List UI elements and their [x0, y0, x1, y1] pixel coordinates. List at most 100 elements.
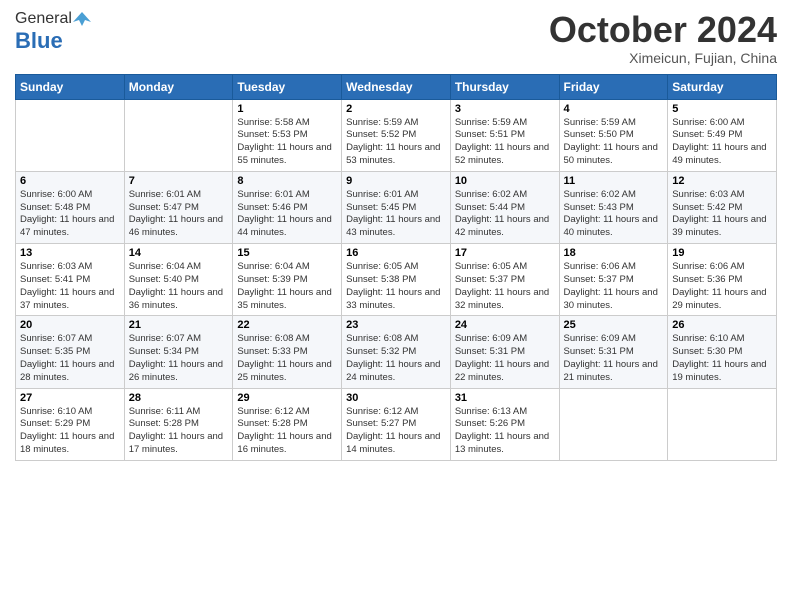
table-row: 27Sunrise: 6:10 AMSunset: 5:29 PMDayligh… [16, 388, 125, 460]
day-number: 15 [237, 247, 337, 259]
table-row: 6 Sunrise: 6:00 AMSunset: 5:48 PMDaylight… [16, 171, 125, 243]
day-number: 5 [672, 103, 772, 115]
table-row: 21 Sunrise: 6:07 AMSunset: 5:34 PMDayligh… [124, 316, 233, 388]
day-number: 6 [20, 175, 120, 187]
table-row [668, 388, 777, 460]
day-info: Sunrise: 6:03 AMSunset: 5:42 PMDaylight:… [672, 189, 772, 240]
day-number: 16 [346, 247, 446, 259]
table-row: 20Sunrise: 6:07 AMSunset: 5:35 PMDayligh… [16, 316, 125, 388]
table-row: 7 Sunrise: 6:01 AMSunset: 5:47 PMDaylight… [124, 171, 233, 243]
table-row: 24 Sunrise: 6:09 AMSunset: 5:31 PMDayligh… [450, 316, 559, 388]
month-title: October 2024 [549, 10, 777, 50]
day-info: Sunrise: 6:01 AMSunset: 5:47 PMDaylight:… [129, 189, 229, 240]
day-info: Sunrise: 6:06 AMSunset: 5:37 PMDaylight:… [564, 261, 664, 312]
table-row: 13 Sunrise: 6:03 AMSunset: 5:41 PMDayligh… [16, 244, 125, 316]
day-info: Sunrise: 6:02 AMSunset: 5:43 PMDaylight:… [564, 189, 664, 240]
logo-general-text: General [15, 10, 72, 28]
table-row: 9 Sunrise: 6:01 AMSunset: 5:45 PMDaylight… [342, 171, 451, 243]
day-info: Sunrise: 6:00 AMSunset: 5:48 PMDaylight:… [20, 189, 120, 240]
day-number: 12 [672, 175, 772, 187]
col-friday: Friday [559, 74, 668, 99]
table-row: 1Sunrise: 5:58 AMSunset: 5:53 PMDaylight… [233, 99, 342, 171]
table-row: 17Sunrise: 6:05 AMSunset: 5:37 PMDayligh… [450, 244, 559, 316]
day-number: 10 [455, 175, 555, 187]
day-info: Sunrise: 6:09 AMSunset: 5:31 PMDaylight:… [455, 333, 555, 384]
day-info: Sunrise: 6:01 AMSunset: 5:45 PMDaylight:… [346, 189, 446, 240]
day-info: Sunrise: 6:05 AMSunset: 5:37 PMDaylight:… [455, 261, 555, 312]
table-row: 8Sunrise: 6:01 AMSunset: 5:46 PMDaylight… [233, 171, 342, 243]
table-row: 16 Sunrise: 6:05 AMSunset: 5:38 PMDayligh… [342, 244, 451, 316]
day-info: Sunrise: 6:02 AMSunset: 5:44 PMDaylight:… [455, 189, 555, 240]
day-number: 31 [455, 392, 555, 404]
day-number: 26 [672, 319, 772, 331]
col-sunday: Sunday [16, 74, 125, 99]
day-info: Sunrise: 6:07 AMSunset: 5:35 PMDaylight:… [20, 333, 120, 384]
day-number: 9 [346, 175, 446, 187]
table-row: 15 Sunrise: 6:04 AMSunset: 5:39 PMDayligh… [233, 244, 342, 316]
col-thursday: Thursday [450, 74, 559, 99]
day-number: 2 [346, 103, 446, 115]
day-info: Sunrise: 6:12 AMSunset: 5:28 PMDaylight:… [237, 406, 337, 457]
table-row: 2Sunrise: 5:59 AMSunset: 5:52 PMDaylight… [342, 99, 451, 171]
day-info: Sunrise: 6:03 AMSunset: 5:41 PMDaylight:… [20, 261, 120, 312]
table-row: 23 Sunrise: 6:08 AMSunset: 5:32 PMDayligh… [342, 316, 451, 388]
day-number: 30 [346, 392, 446, 404]
calendar-table: Sunday Monday Tuesday Wednesday Thursday… [15, 74, 777, 461]
table-row: 4 Sunrise: 5:59 AMSunset: 5:50 PMDaylight… [559, 99, 668, 171]
day-number: 11 [564, 175, 664, 187]
logo: General Blue [15, 10, 92, 54]
day-number: 1 [237, 103, 337, 115]
table-row [124, 99, 233, 171]
title-block: October 2024 Ximeicun, Fujian, China [549, 10, 777, 66]
day-number: 14 [129, 247, 229, 259]
day-info: Sunrise: 6:13 AMSunset: 5:26 PMDaylight:… [455, 406, 555, 457]
day-number: 3 [455, 103, 555, 115]
day-number: 8 [237, 175, 337, 187]
day-info: Sunrise: 6:11 AMSunset: 5:28 PMDaylight:… [129, 406, 229, 457]
day-info: Sunrise: 6:04 AMSunset: 5:39 PMDaylight:… [237, 261, 337, 312]
day-info: Sunrise: 6:07 AMSunset: 5:34 PMDaylight:… [129, 333, 229, 384]
table-row: 22Sunrise: 6:08 AMSunset: 5:33 PMDayligh… [233, 316, 342, 388]
day-info: Sunrise: 6:09 AMSunset: 5:31 PMDaylight:… [564, 333, 664, 384]
day-info: Sunrise: 6:08 AMSunset: 5:32 PMDaylight:… [346, 333, 446, 384]
day-number: 21 [129, 319, 229, 331]
table-row: 28Sunrise: 6:11 AMSunset: 5:28 PMDayligh… [124, 388, 233, 460]
location-title: Ximeicun, Fujian, China [549, 50, 777, 66]
table-row: 10 Sunrise: 6:02 AMSunset: 5:44 PMDayligh… [450, 171, 559, 243]
day-info: Sunrise: 6:00 AMSunset: 5:49 PMDaylight:… [672, 117, 772, 168]
col-wednesday: Wednesday [342, 74, 451, 99]
table-row [16, 99, 125, 171]
day-number: 13 [20, 247, 120, 259]
day-info: Sunrise: 6:05 AMSunset: 5:38 PMDaylight:… [346, 261, 446, 312]
day-number: 22 [237, 319, 337, 331]
logo-blue-text: Blue [15, 28, 63, 54]
day-number: 27 [20, 392, 120, 404]
day-info: Sunrise: 5:59 AMSunset: 5:51 PMDaylight:… [455, 117, 555, 168]
table-row: 26Sunrise: 6:10 AMSunset: 5:30 PMDayligh… [668, 316, 777, 388]
table-row: 5 Sunrise: 6:00 AMSunset: 5:49 PMDaylight… [668, 99, 777, 171]
col-saturday: Saturday [668, 74, 777, 99]
day-number: 7 [129, 175, 229, 187]
calendar-week-row: 27Sunrise: 6:10 AMSunset: 5:29 PMDayligh… [16, 388, 777, 460]
table-row: 11 Sunrise: 6:02 AMSunset: 5:43 PMDayligh… [559, 171, 668, 243]
day-number: 23 [346, 319, 446, 331]
table-row: 25Sunrise: 6:09 AMSunset: 5:31 PMDayligh… [559, 316, 668, 388]
table-row: 19 Sunrise: 6:06 AMSunset: 5:36 PMDayligh… [668, 244, 777, 316]
page: General Blue October 2024 Ximeicun, Fuji… [0, 0, 792, 612]
col-tuesday: Tuesday [233, 74, 342, 99]
day-info: Sunrise: 6:04 AMSunset: 5:40 PMDaylight:… [129, 261, 229, 312]
day-info: Sunrise: 6:06 AMSunset: 5:36 PMDaylight:… [672, 261, 772, 312]
table-row: 29Sunrise: 6:12 AMSunset: 5:28 PMDayligh… [233, 388, 342, 460]
table-row: 3 Sunrise: 5:59 AMSunset: 5:51 PMDaylight… [450, 99, 559, 171]
col-monday: Monday [124, 74, 233, 99]
header: General Blue October 2024 Ximeicun, Fuji… [15, 10, 777, 66]
day-number: 24 [455, 319, 555, 331]
calendar-week-row: 13 Sunrise: 6:03 AMSunset: 5:41 PMDayligh… [16, 244, 777, 316]
table-row: 30Sunrise: 6:12 AMSunset: 5:27 PMDayligh… [342, 388, 451, 460]
table-row: 14 Sunrise: 6:04 AMSunset: 5:40 PMDayligh… [124, 244, 233, 316]
day-info: Sunrise: 5:59 AMSunset: 5:50 PMDaylight:… [564, 117, 664, 168]
day-number: 4 [564, 103, 664, 115]
day-number: 19 [672, 247, 772, 259]
logo-bird-icon [73, 10, 91, 28]
calendar-week-row: 6 Sunrise: 6:00 AMSunset: 5:48 PMDaylight… [16, 171, 777, 243]
